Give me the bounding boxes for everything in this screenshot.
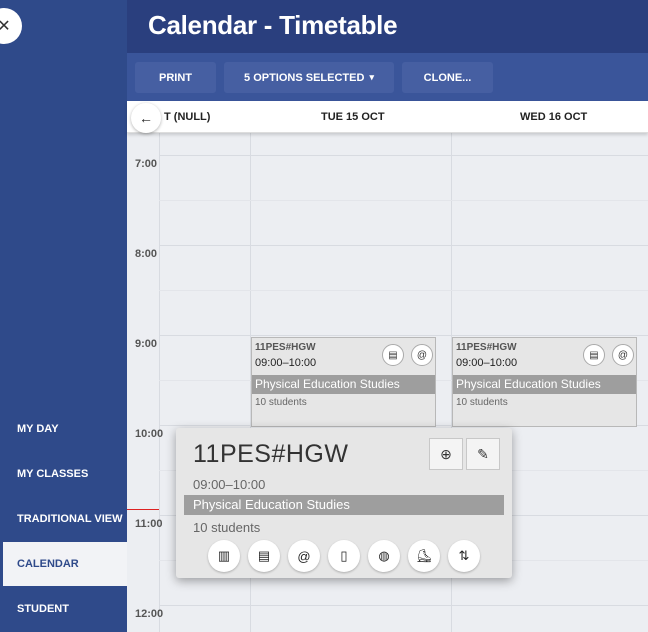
time-label: 9:00 <box>135 338 158 350</box>
edit-icon[interactable]: ✎ <box>466 438 500 470</box>
sidebar: ✕ MY DAY MY CLASSES TRADITIONAL VIEW CAL… <box>0 0 127 632</box>
palette-icon[interactable]: ◍ <box>368 540 400 572</box>
popup-event-subject: Physical Education Studies <box>184 495 504 515</box>
close-icon[interactable]: ✕ <box>0 8 22 44</box>
grid-column-line <box>159 133 160 632</box>
nav-traditional-view[interactable]: TRADITIONAL VIEW <box>0 497 127 541</box>
notebook-icon[interactable]: ▥ <box>208 540 240 572</box>
event-students: 10 students <box>456 397 508 408</box>
event-subject: Physical Education Studies <box>453 375 636 394</box>
event-time: 09:00–10:00 <box>456 357 518 369</box>
grid-half-line <box>159 290 648 291</box>
event-students: 10 students <box>255 397 307 408</box>
report-icon[interactable]: ▤ <box>382 344 404 366</box>
back-arrow-icon[interactable]: ← <box>131 103 161 133</box>
event-subject: Physical Education Studies <box>252 375 435 394</box>
email-icon[interactable]: @ <box>612 344 634 366</box>
event-code: 11PES#HGW <box>255 342 316 353</box>
time-label: 10:00 <box>135 428 164 440</box>
page-title: Calendar - Timetable <box>148 10 398 40</box>
event-code: 11PES#HGW <box>456 342 517 353</box>
nav-student[interactable]: STUDENT <box>0 587 127 631</box>
event-time: 09:00–10:00 <box>255 357 317 369</box>
nav-my-day[interactable]: MY DAY <box>0 407 127 451</box>
time-label: 8:00 <box>135 248 158 260</box>
print-button[interactable]: PRINT <box>135 62 216 93</box>
grid-half-line <box>159 200 648 201</box>
popup-event-code: 11PES#HGW <box>193 440 349 468</box>
swap-icon[interactable]: ⇅ <box>448 540 480 572</box>
day-label-partial: T (NULL) <box>164 111 211 123</box>
nav-my-classes[interactable]: MY CLASSES <box>0 452 127 496</box>
email-icon[interactable]: @ <box>411 344 433 366</box>
grid-hour-line <box>159 335 648 336</box>
toolbar: PRINT 5 OPTIONS SELECTED ▾ CLONE... <box>127 53 648 101</box>
report-icon[interactable]: ▤ <box>583 344 605 366</box>
clone-button[interactable]: CLONE... <box>402 62 493 93</box>
popup-event-time: 09:00–10:00 <box>193 477 266 492</box>
current-time-line <box>127 509 159 510</box>
grid-hour-line <box>159 245 648 246</box>
grid-hour-line <box>159 155 648 156</box>
time-label: 7:00 <box>135 158 158 170</box>
event-detail-popup: 11PES#HGW ⊕ ✎ 09:00–10:00 Physical Educa… <box>176 428 512 578</box>
shoe-icon[interactable]: ⛸ <box>408 540 440 572</box>
day-label-wed: WED 16 OCT <box>520 111 588 123</box>
grid-hour-line <box>159 605 648 606</box>
header: Calendar - Timetable <box>127 0 648 53</box>
email-icon[interactable]: @ <box>288 540 320 572</box>
day-label-tue: TUE 15 OCT <box>321 111 385 123</box>
event-card-tue[interactable]: 11PES#HGW 09:00–10:00 ▤ @ Physical Educa… <box>251 337 436 427</box>
time-label: 11:00 <box>135 518 163 530</box>
report-icon[interactable]: ▤ <box>248 540 280 572</box>
popup-event-students: 10 students <box>193 520 261 535</box>
nav-calendar[interactable]: CALENDAR <box>3 542 127 586</box>
options-label: 5 OPTIONS SELECTED <box>244 71 365 84</box>
book-icon[interactable]: ▯ <box>328 540 360 572</box>
event-card-wed[interactable]: 11PES#HGW 09:00–10:00 ▤ @ Physical Educa… <box>452 337 637 427</box>
add-icon[interactable]: ⊕ <box>429 438 463 470</box>
chevron-down-icon: ▾ <box>369 72 374 82</box>
time-label: 12:00 <box>135 608 164 620</box>
day-header: T (NULL) TUE 15 OCT WED 16 OCT ← <box>127 101 648 133</box>
options-dropdown[interactable]: 5 OPTIONS SELECTED ▾ <box>224 62 394 93</box>
